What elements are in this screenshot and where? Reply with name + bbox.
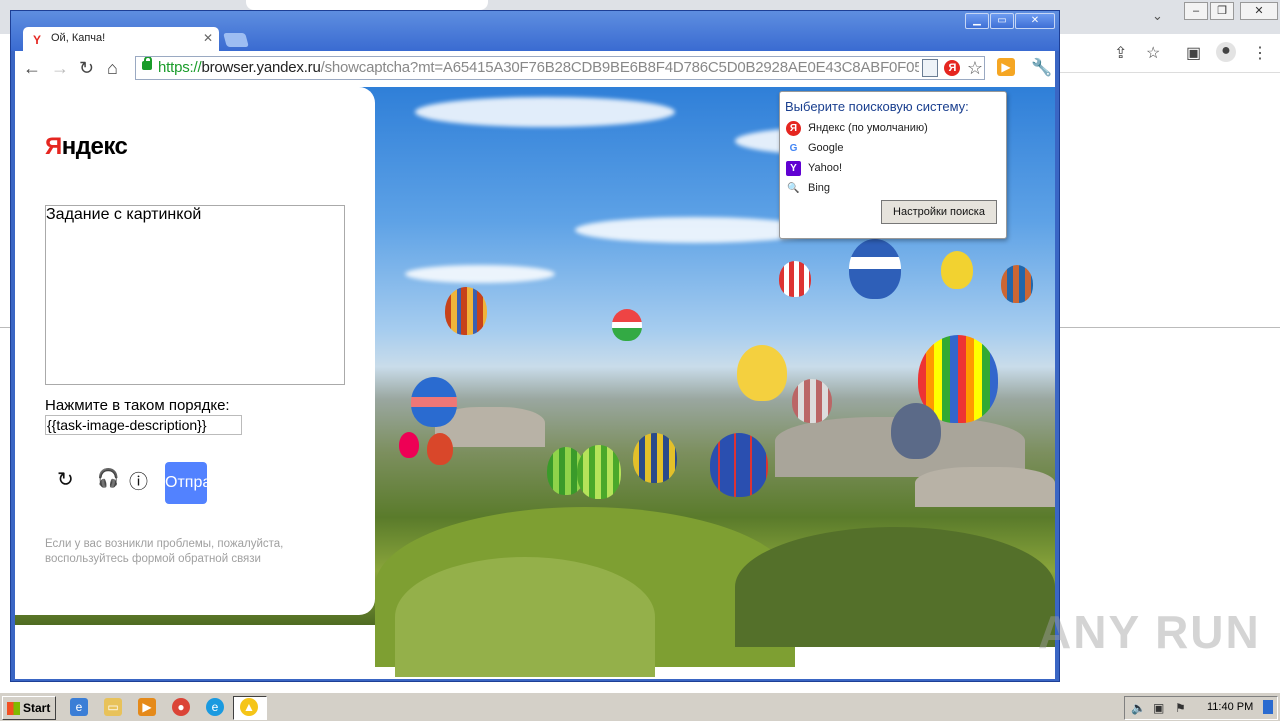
yandex-favicon-icon: Y (33, 33, 42, 47)
yandex-icon[interactable]: Я (944, 60, 961, 76)
windows-logo-icon (7, 702, 20, 716)
task-image-alt-text: Задание с картинкой (46, 206, 202, 223)
tab-title: Ой, Капча! (51, 32, 106, 44)
task-description-box: {{task-image-description}} (45, 415, 242, 435)
address-bar[interactable]: https://browser.yandex.ru/showcaptcha?mt… (135, 56, 985, 80)
sidepanel-icon[interactable]: ▣ (1186, 43, 1201, 63)
engine-option-yahoo[interactable]: Y Yahoo! (786, 160, 842, 176)
share-icon[interactable]: ⇪ (1114, 43, 1127, 63)
forward-arrow-icon[interactable]: → (51, 58, 69, 79)
clock: 11:40 PM (1207, 701, 1254, 713)
taskbar: Start e ▭ ▶ ● e ▲ 🔈 ▣ ⚑ 11:40 PM (0, 692, 1280, 721)
magnifier-icon: 🔍 (786, 180, 801, 196)
menu-icon[interactable]: ⋮ (1252, 43, 1268, 63)
search-engine-popup: Выберите поисковую систему: Я Яндекс (по … (779, 91, 1007, 239)
engine-option-bing[interactable]: 🔍 Bing (786, 180, 830, 196)
active-task-button[interactable]: ▲ (233, 696, 267, 720)
restore-button[interactable]: ❐ (1210, 2, 1234, 20)
start-button[interactable]: Start (2, 696, 56, 720)
edge-icon[interactable]: e (206, 698, 224, 716)
task-image-box[interactable]: Задание с картинкой (45, 205, 345, 385)
toolbar: ← → ↻ ⌂ https://browser.yandex.ru/showca… (15, 51, 1055, 87)
maximize-button[interactable]: ▭ (990, 13, 1014, 29)
tab-close-icon[interactable]: ✕ (203, 31, 213, 45)
page-icon[interactable] (921, 59, 938, 77)
browser-window: ▁ ▭ ✕ Y Ой, Капча! ✕ ← → ↻ ⌂ https://bro… (10, 10, 1060, 682)
lock-icon (142, 57, 152, 70)
show-desktop-icon[interactable] (1263, 700, 1273, 714)
minimize-button[interactable]: ▁ (965, 13, 989, 29)
network-icon[interactable]: ▣ (1153, 701, 1164, 715)
engine-option-google[interactable]: G Google (786, 140, 843, 156)
bookmark-star-icon[interactable]: ☆ (967, 59, 983, 77)
system-tray: 🔈 ▣ ⚑ 11:40 PM (1124, 696, 1278, 720)
minimize-button[interactable]: – (1184, 2, 1208, 20)
captcha-card: Яндекс Задание с картинкой Нажмите в так… (15, 87, 375, 615)
address-bar-icons: Я ☆ (918, 57, 984, 79)
folder-icon[interactable]: ▭ (104, 698, 122, 716)
media-player-icon[interactable]: ▶ (138, 698, 156, 716)
browser-tab[interactable]: Y Ой, Капча! ✕ (23, 27, 219, 51)
title-bar: ▁ ▭ ✕ Y Ой, Капча! ✕ (11, 11, 1059, 51)
close-button[interactable]: ✕ (1240, 2, 1278, 20)
search-settings-button[interactable]: Настройки поиска (881, 200, 997, 224)
star-icon[interactable]: ☆ (1146, 43, 1160, 63)
chrome-icon[interactable]: ● (172, 698, 190, 716)
url-text: https://browser.yandex.ru/showcaptcha?mt… (158, 59, 975, 76)
headphones-icon[interactable]: 🎧 (97, 468, 119, 489)
back-arrow-icon[interactable]: ← (23, 58, 41, 79)
background-tab[interactable] (246, 0, 488, 10)
yandex-browser-icon: ▲ (240, 698, 258, 716)
feedback-note[interactable]: Если у вас возникли проблемы, пожалуйста… (45, 537, 315, 567)
internet-explorer-icon[interactable]: e (70, 698, 88, 716)
home-icon[interactable]: ⌂ (107, 58, 118, 79)
submit-button[interactable]: Отправить (165, 462, 207, 504)
new-tab-button[interactable] (223, 33, 249, 47)
yahoo-icon: Y (786, 160, 801, 176)
wrench-icon[interactable]: 🔧 (1031, 58, 1052, 78)
extension-icon[interactable]: ▶ (997, 58, 1015, 76)
profile-icon[interactable]: ● (1216, 42, 1236, 62)
refresh-icon[interactable]: ↻ (57, 467, 74, 492)
popup-title: Выберите поисковую систему: (785, 99, 969, 114)
reload-icon[interactable]: ↻ (79, 58, 94, 79)
chevron-down-icon[interactable]: ⌄ (1152, 8, 1163, 24)
anyrun-watermark: ANY RUN (1038, 606, 1261, 658)
yandex-logo: Яндекс (45, 133, 128, 160)
flag-icon[interactable]: ⚑ (1175, 701, 1186, 715)
instruction-text: Нажмите в таком порядке: (45, 397, 230, 414)
engine-option-yandex[interactable]: Я Яндекс (по умолчанию) (786, 120, 928, 136)
close-button[interactable]: ✕ (1015, 13, 1055, 29)
background-toolbar (1060, 34, 1280, 73)
speaker-icon[interactable]: 🔈 (1131, 701, 1146, 715)
google-icon: G (786, 140, 801, 156)
yandex-icon: Я (786, 120, 801, 136)
info-icon[interactable]: ⓘ (129, 467, 148, 494)
